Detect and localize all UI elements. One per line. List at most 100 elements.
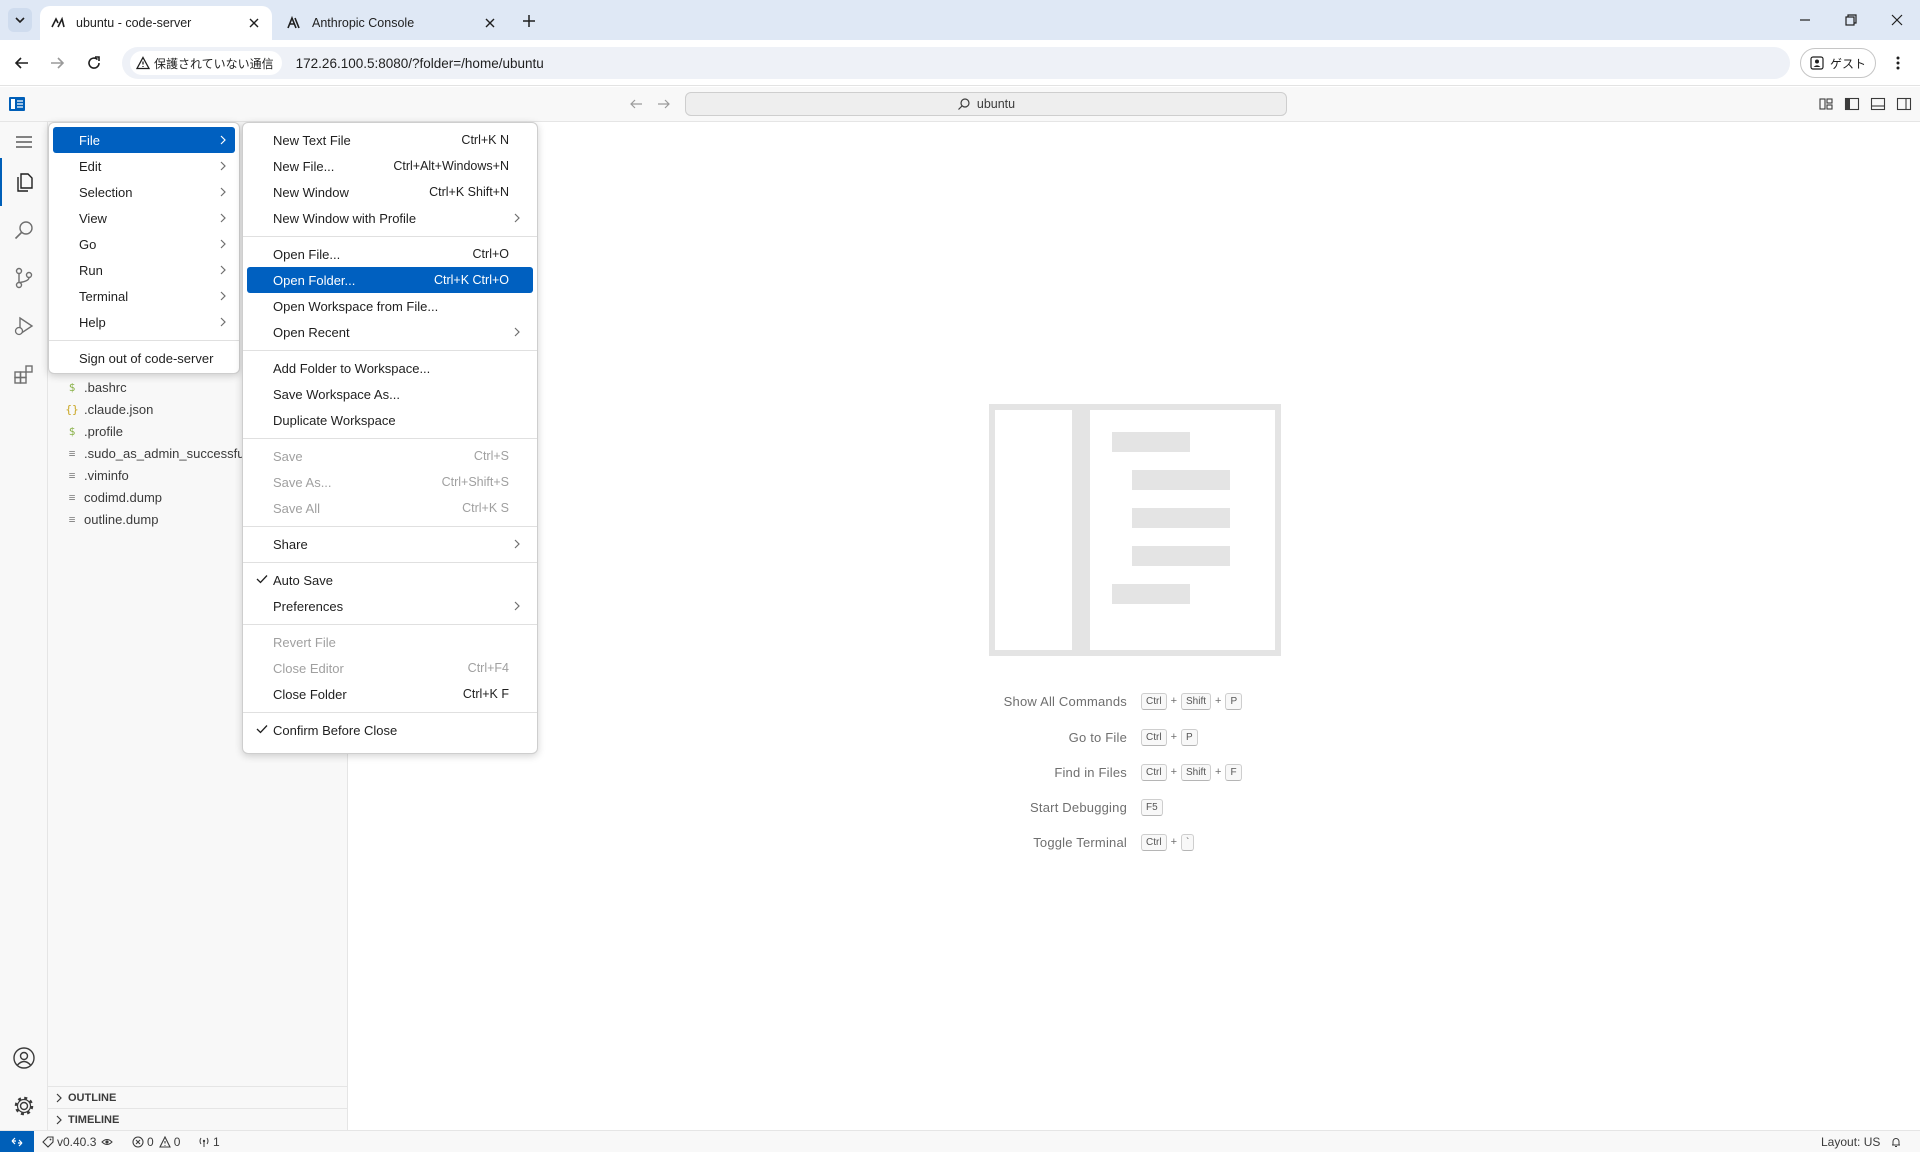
menu-item-open-workspace-from-file[interactable]: Open Workspace from File... — [247, 293, 533, 319]
explorer-view-button[interactable] — [0, 158, 48, 206]
menu-item-new-text-file[interactable]: New Text File Ctrl+K N — [247, 127, 533, 153]
nav-back-icon[interactable] — [628, 96, 644, 112]
shortcut-show-all-commands: Show All Commands Ctrl + Shift + P — [349, 690, 1920, 712]
shortcut-start-debugging: Start Debugging F5 — [349, 796, 1920, 818]
menu-item-label: Open File... — [273, 246, 341, 262]
toggle-primary-sidebar-icon[interactable] — [1844, 96, 1860, 112]
gear-icon — [14, 1096, 34, 1116]
menu-separator — [243, 438, 537, 439]
menu-item-view[interactable]: View — [53, 205, 235, 231]
menu-item-go[interactable]: Go — [53, 231, 235, 257]
run-debug-view-button[interactable] — [0, 302, 48, 350]
shortcut-go-to-file: Go to File Ctrl + P — [349, 726, 1920, 748]
browser-menu-button[interactable] — [1882, 47, 1914, 79]
version-status[interactable]: v0.40.3 — [42, 1131, 114, 1152]
manage-button[interactable] — [0, 1082, 48, 1130]
problems-status[interactable]: 0 0 — [132, 1131, 180, 1152]
ports-status[interactable]: 1 — [198, 1131, 220, 1152]
accounts-button[interactable] — [0, 1034, 48, 1082]
remote-indicator-button[interactable] — [0, 1131, 34, 1152]
file-item-viminfo[interactable]: ≡ .viminfo — [64, 464, 129, 486]
browser-tab-code-server[interactable]: ubuntu - code-server — [40, 6, 272, 40]
menu-item-sign-out[interactable]: Sign out of code-server — [53, 345, 235, 371]
menu-item-new-window[interactable]: New Window Ctrl+K Shift+N — [247, 179, 533, 205]
menu-item-share[interactable]: Share — [247, 531, 533, 557]
notifications-button[interactable] — [1890, 1131, 1902, 1152]
tab-title: Anthropic Console — [312, 16, 415, 30]
menu-item-selection[interactable]: Selection — [53, 179, 235, 205]
menu-item-add-folder-to-workspace[interactable]: Add Folder to Workspace... — [247, 355, 533, 381]
close-window-button[interactable] — [1882, 8, 1912, 32]
file-item-outline-dump[interactable]: ≡ outline.dump — [64, 508, 159, 530]
address-bar[interactable]: 保護されていない通信 172.26.100.5:8080/?folder=/ho… — [122, 47, 1790, 79]
file-item-claude-json[interactable]: {} .claude.json — [64, 398, 153, 420]
search-view-button[interactable] — [0, 206, 48, 254]
keycap: Shift — [1181, 763, 1212, 781]
profile-button[interactable]: ゲスト — [1800, 48, 1876, 78]
restore-window-button[interactable] — [1836, 8, 1866, 32]
nav-forward-icon[interactable] — [656, 96, 672, 112]
back-button[interactable] — [6, 47, 38, 79]
file-item-codimd-dump[interactable]: ≡ codimd.dump — [64, 486, 162, 508]
menu-item-open-file[interactable]: Open File... Ctrl+O — [247, 241, 533, 267]
security-indicator[interactable]: 保護されていない通信 — [130, 51, 282, 75]
extensions-icon — [14, 365, 33, 384]
menu-item-save-as[interactable]: Save As... Ctrl+Shift+S — [247, 469, 533, 495]
new-tab-button[interactable] — [518, 10, 540, 32]
plus-icon — [523, 15, 535, 27]
toggle-secondary-sidebar-icon[interactable] — [1896, 96, 1912, 112]
menu-item-edit[interactable]: Edit — [53, 153, 235, 179]
menu-item-file[interactable]: File — [53, 127, 235, 153]
menu-item-open-recent[interactable]: Open Recent — [247, 319, 533, 345]
command-center[interactable]: ubuntu — [685, 92, 1287, 116]
minimize-window-button[interactable] — [1790, 8, 1820, 32]
keycap: ` — [1181, 833, 1195, 851]
chevron-right-icon — [514, 601, 520, 611]
menu-item-shortcut: Ctrl+K N — [461, 133, 509, 147]
menu-item-preferences[interactable]: Preferences — [247, 593, 533, 619]
menu-item-save-all[interactable]: Save All Ctrl+K S — [247, 495, 533, 521]
menu-item-save[interactable]: Save Ctrl+S — [247, 443, 533, 469]
browser-tab-anthropic-console[interactable]: Anthropic Console — [276, 6, 508, 40]
timeline-section-header[interactable]: TIMELINE — [48, 1108, 347, 1130]
eye-icon — [101, 1139, 114, 1145]
reload-button[interactable] — [78, 47, 110, 79]
forward-button[interactable] — [41, 47, 73, 79]
menu-item-close-folder[interactable]: Close Folder Ctrl+K F — [247, 681, 533, 707]
menu-item-confirm-before-close[interactable]: Confirm Before Close — [247, 717, 533, 743]
source-control-view-button[interactable] — [0, 254, 48, 302]
menu-item-save-workspace-as[interactable]: Save Workspace As... — [247, 381, 533, 407]
toggle-panel-icon[interactable] — [1870, 96, 1886, 112]
menu-item-new-file[interactable]: New File... Ctrl+Alt+Windows+N — [247, 153, 533, 179]
menu-item-duplicate-workspace[interactable]: Duplicate Workspace — [247, 407, 533, 433]
close-tab-icon[interactable] — [246, 15, 262, 31]
application-menu-button[interactable] — [0, 122, 48, 162]
menu-item-run[interactable]: Run — [53, 257, 235, 283]
chevron-right-icon — [514, 327, 520, 337]
menu-item-open-folder[interactable]: Open Folder... Ctrl+K Ctrl+O — [247, 267, 533, 293]
menu-separator — [243, 624, 537, 625]
text-file-icon: ≡ — [68, 490, 76, 504]
extensions-view-button[interactable] — [0, 350, 48, 398]
menu-item-label: Add Folder to Workspace... — [273, 360, 431, 376]
menu-item-close-editor[interactable]: Close Editor Ctrl+F4 — [247, 655, 533, 681]
chevron-right-icon — [220, 317, 226, 327]
customize-layout-icon[interactable] — [1818, 96, 1834, 112]
outline-section-header[interactable]: OUTLINE — [48, 1086, 347, 1108]
tab-search-button[interactable] — [8, 8, 32, 32]
menu-item-terminal[interactable]: Terminal — [53, 283, 235, 309]
command-center-label: ubuntu — [976, 97, 1016, 111]
url-text[interactable]: 172.26.100.5:8080/?folder=/home/ubuntu — [296, 56, 544, 71]
file-item-sudo-as-admin[interactable]: ≡ .sudo_as_admin_successful — [64, 442, 248, 464]
keyboard-layout-status[interactable]: Layout: US — [1818, 1131, 1880, 1152]
menu-item-revert-file[interactable]: Revert File — [247, 629, 533, 655]
file-item-bashrc[interactable]: $ .bashrc — [64, 376, 127, 398]
menu-item-label: Share — [273, 536, 308, 552]
menu-item-label: Edit — [79, 158, 102, 174]
close-tab-icon[interactable] — [482, 15, 498, 31]
file-item-profile[interactable]: $ .profile — [64, 420, 123, 442]
menu-item-help[interactable]: Help — [53, 309, 235, 335]
error-count: 0 — [147, 1135, 154, 1149]
menu-item-new-window-with-profile[interactable]: New Window with Profile — [247, 205, 533, 231]
menu-item-auto-save[interactable]: Auto Save — [247, 567, 533, 593]
